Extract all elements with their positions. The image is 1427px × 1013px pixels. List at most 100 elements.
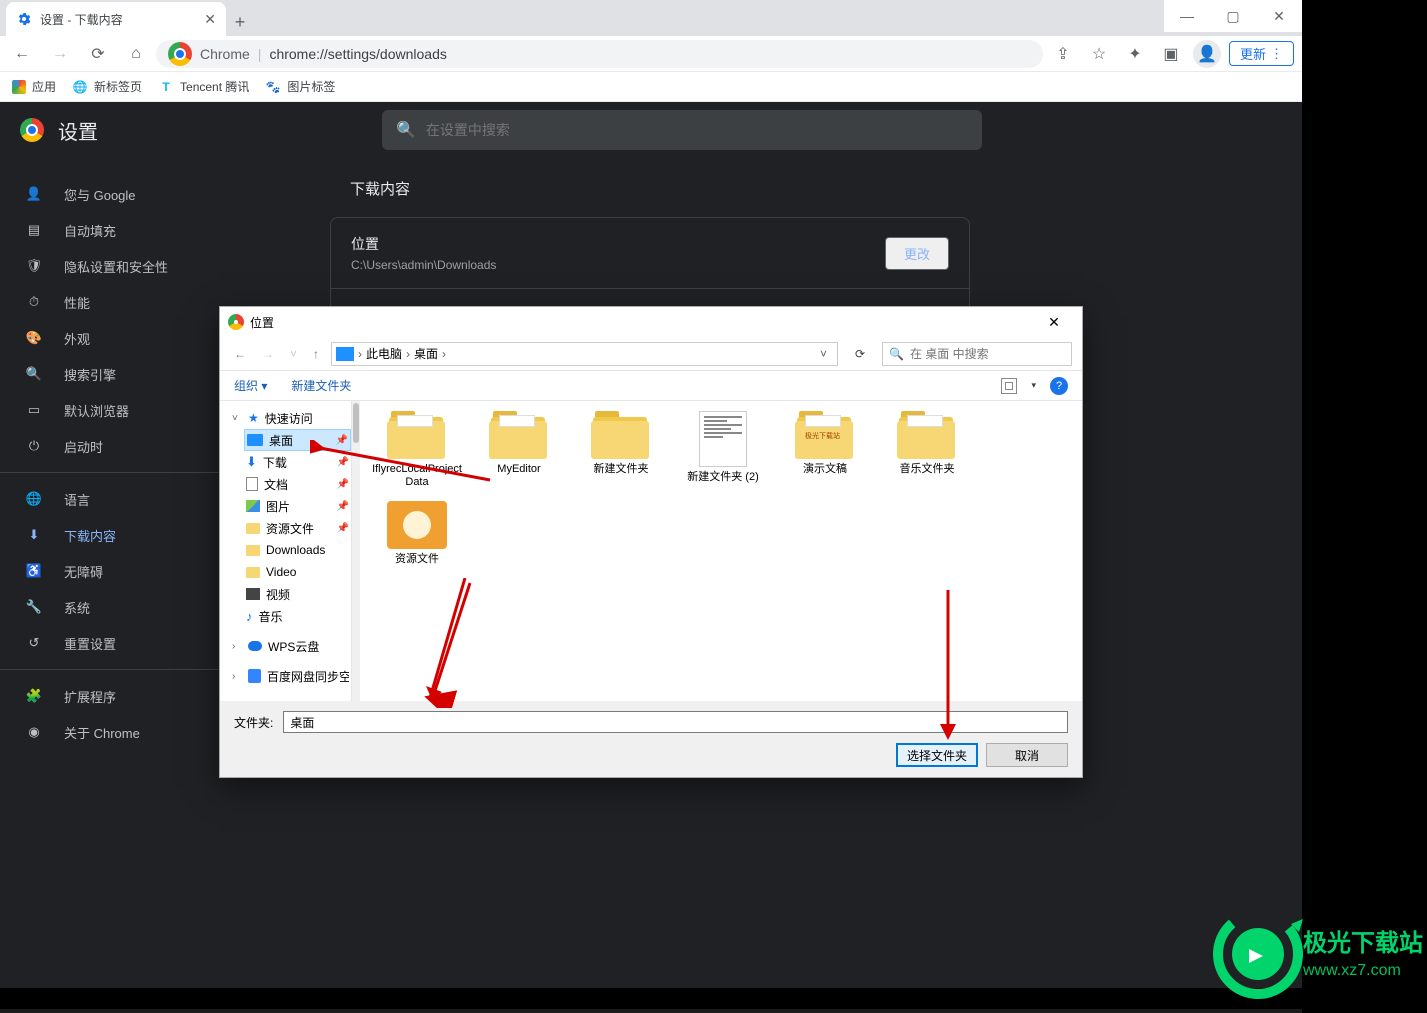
- forward-button[interactable]: →: [46, 40, 74, 68]
- folder-item[interactable]: 音乐文件夹: [882, 411, 972, 489]
- location-label: 位置: [351, 234, 496, 254]
- sidebar-item-extensions[interactable]: 🧩扩展程序↗: [0, 678, 256, 714]
- minimize-button[interactable]: —: [1164, 0, 1210, 32]
- dialog-title: 位置: [250, 314, 274, 331]
- sidebar-item-languages[interactable]: 🌐语言: [0, 481, 256, 517]
- update-button[interactable]: 更新 ⋮: [1229, 41, 1294, 66]
- help-button[interactable]: ?: [1050, 377, 1068, 395]
- taskbar-edge: [0, 1009, 1302, 1013]
- apps-shortcut[interactable]: 应用: [12, 78, 56, 95]
- folder-item[interactable]: 新建文件夹 (2): [678, 411, 768, 489]
- profile-avatar-icon[interactable]: 👤: [1193, 40, 1221, 68]
- organize-menu[interactable]: 组织 ▾: [234, 377, 267, 394]
- tab-close-icon[interactable]: ✕: [204, 11, 216, 28]
- back-button[interactable]: ←: [8, 40, 36, 68]
- settings-search[interactable]: 🔍: [382, 110, 982, 150]
- bookmark-images[interactable]: 🐾图片标签: [265, 78, 335, 95]
- sidebar-item-on-startup[interactable]: ⏻启动时: [0, 428, 256, 464]
- tree-downloads-en[interactable]: Downloads: [244, 539, 351, 561]
- tree-desktop[interactable]: 桌面📌: [244, 429, 351, 451]
- sidebar-item-default-browser[interactable]: ▭默认浏览器: [0, 392, 256, 428]
- sidebar-item-you-google[interactable]: 👤您与 Google: [0, 176, 256, 212]
- nav-forward-button[interactable]: →: [258, 344, 278, 364]
- sidebar-item-about[interactable]: ◉关于 Chrome: [0, 714, 256, 750]
- sidebar-item-reset[interactable]: ↺重置设置: [0, 625, 256, 661]
- folder-item[interactable]: 资源文件: [372, 501, 462, 566]
- breadcrumb-dropdown-icon[interactable]: ˅: [814, 347, 833, 361]
- accessibility-icon: ♿: [24, 563, 44, 579]
- sidebar-item-accessibility[interactable]: ♿无障碍: [0, 553, 256, 589]
- sidebar-item-performance[interactable]: ⏱性能: [0, 284, 256, 320]
- puzzle-icon: 🧩: [24, 688, 44, 704]
- folder-item[interactable]: 极光下载站演示文稿: [780, 411, 870, 489]
- bookmarks-bar: 应用 🌐新标签页 TTencent 腾讯 🐾图片标签: [0, 72, 1302, 102]
- folder-name-input[interactable]: [283, 711, 1068, 733]
- omnibox[interactable]: Chrome | chrome://settings/downloads: [156, 40, 1043, 68]
- extensions-puzzle-icon[interactable]: ✦: [1121, 40, 1149, 68]
- apps-grid-icon: [12, 80, 26, 94]
- folder-item[interactable]: MyEditor: [474, 411, 564, 489]
- folder-item[interactable]: 新建文件夹: [576, 411, 666, 489]
- cancel-button[interactable]: 取消: [986, 743, 1068, 767]
- bookmark-tencent[interactable]: TTencent 腾讯: [158, 78, 249, 95]
- refresh-button[interactable]: ⟳: [846, 347, 874, 361]
- search-icon: 🔍: [889, 347, 904, 361]
- view-options-button[interactable]: [1001, 378, 1017, 394]
- tree-documents[interactable]: 文档📌: [244, 473, 351, 495]
- palette-icon: 🎨: [24, 330, 44, 346]
- bookmark-newtab[interactable]: 🌐新标签页: [72, 78, 142, 95]
- dialog-search[interactable]: 🔍: [882, 342, 1072, 366]
- bookmark-star-icon[interactable]: ☆: [1085, 40, 1113, 68]
- tab-settings-downloads[interactable]: 设置 - 下载内容 ✕: [6, 2, 226, 36]
- paw-icon: 🐾: [265, 79, 281, 95]
- dialog-close-button[interactable]: ✕: [1034, 308, 1074, 336]
- breadcrumb-leaf[interactable]: 桌面: [414, 345, 438, 362]
- sidepanel-icon[interactable]: ▣: [1157, 40, 1185, 68]
- maximize-button[interactable]: ▢: [1210, 0, 1256, 32]
- change-location-button[interactable]: 更改: [885, 237, 949, 270]
- new-tab-button[interactable]: +: [226, 8, 254, 36]
- monitor-icon: [336, 347, 354, 361]
- tree-music[interactable]: ♪音乐: [244, 605, 351, 627]
- tree-wps[interactable]: ›WPS云盘: [230, 635, 351, 657]
- share-icon[interactable]: ⇪: [1049, 40, 1077, 68]
- tree-video[interactable]: 视频: [244, 583, 351, 605]
- sidebar-item-search-engine[interactable]: 🔍搜索引擎: [0, 356, 256, 392]
- tree-scrollbar[interactable]: [352, 401, 360, 701]
- svg-text:极光下载站: 极光下载站: [1303, 930, 1423, 957]
- nav-recent-button[interactable]: ˅: [286, 344, 301, 364]
- speedometer-icon: ⏱: [24, 294, 44, 310]
- folder-item[interactable]: IflyrecLocalProjectData: [372, 411, 462, 489]
- tree-resources[interactable]: 资源文件📌: [244, 517, 351, 539]
- tree-video-en[interactable]: Video: [244, 561, 351, 583]
- nav-up-button[interactable]: ↑: [309, 344, 323, 364]
- file-grid: IflyrecLocalProjectData MyEditor 新建文件夹 新…: [360, 401, 1082, 701]
- window-close-button[interactable]: ✕: [1256, 0, 1302, 32]
- settings-search-input[interactable]: [426, 122, 968, 138]
- menu-dots-icon[interactable]: ⋮: [1270, 46, 1283, 62]
- tree-quick-access[interactable]: ˅★快速访问: [230, 407, 351, 429]
- dialog-search-input[interactable]: [910, 347, 1065, 361]
- breadcrumb-root[interactable]: 此电脑: [366, 345, 402, 362]
- folder-tree: ˅★快速访问 桌面📌 ⬇下载📌 文档📌 图片📌 资源文件📌 Downloads …: [220, 401, 352, 701]
- breadcrumb[interactable]: › 此电脑 › 桌面 › ˅: [331, 342, 838, 366]
- sidebar-item-system[interactable]: 🔧系统: [0, 589, 256, 625]
- section-heading: 下载内容: [330, 178, 970, 199]
- sidebar-item-downloads[interactable]: ⬇下载内容: [0, 517, 256, 553]
- download-icon: ⬇: [24, 527, 44, 543]
- sidebar-item-appearance[interactable]: 🎨外观: [0, 320, 256, 356]
- nav-back-button[interactable]: ←: [230, 344, 250, 364]
- gear-icon: [16, 11, 32, 27]
- tree-baidu[interactable]: ›百度网盘同步空间: [230, 665, 351, 687]
- new-folder-button[interactable]: 新建文件夹: [291, 377, 351, 394]
- search-icon: 🔍: [24, 366, 44, 382]
- tree-pictures[interactable]: 图片📌: [244, 495, 351, 517]
- home-button[interactable]: ⌂: [122, 40, 150, 68]
- sidebar-item-privacy[interactable]: 🛡隐私设置和安全性: [0, 248, 256, 284]
- reload-button[interactable]: ⟳: [84, 40, 112, 68]
- sidebar-item-autofill[interactable]: ▤自动填充: [0, 212, 256, 248]
- tree-downloads[interactable]: ⬇下载📌: [244, 451, 351, 473]
- restore-icon: ↺: [24, 635, 44, 651]
- tencent-icon: T: [158, 79, 174, 95]
- select-folder-button[interactable]: 选择文件夹: [896, 743, 978, 767]
